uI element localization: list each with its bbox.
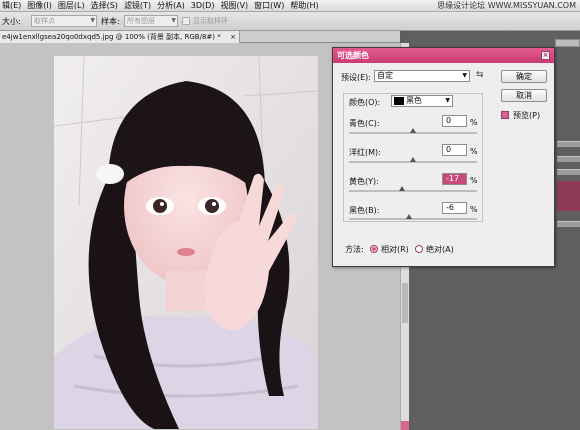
menu-edit[interactable]: 辑(E) [0,0,25,12]
portrait-photo [54,56,318,429]
yellow-label: 黄色(Y): [349,177,379,186]
cancel-button[interactable]: 取消 [501,89,547,102]
preset-value: 自定 [377,71,393,80]
ok-button[interactable]: 确定 [501,70,547,83]
cyan-slider-thumb[interactable] [410,128,416,133]
panel-bar [557,221,580,227]
color-swatch-strip [557,181,580,211]
options-bar: 大小: 取样点 ▼ 样本: 所有图层 ▼ 显示取样环 [0,12,580,31]
sample-size-value: 取样点 [34,17,55,25]
scroll-down-arrow-icon[interactable] [401,421,409,430]
black-label: 黑色(B): [349,206,380,215]
sample-size-select[interactable]: 取样点 ▼ [31,15,97,27]
show-ring-label: 显示取样环 [193,17,228,25]
menu-select[interactable]: 选择(S) [89,0,122,12]
chevron-down-icon: ▼ [171,17,176,24]
menu-bar: 辑(E) 图像(I) 图层(L) 选择(S) 滤镜(T) 分析(A) 3D(D)… [0,0,580,12]
document-tab-strip: e4jw1enxllgsea20qo0dxqd5.jpg @ 100% (背景 … [0,31,400,43]
sample-label: 样本: [101,17,120,26]
color-swatch [394,97,404,105]
method-relative-radio[interactable] [370,245,378,253]
black-slider[interactable] [349,214,477,220]
yellow-input[interactable]: -17 [442,173,467,185]
black-unit: % [470,205,478,214]
method-absolute-radio[interactable] [415,245,423,253]
dialog-title-bar[interactable]: 可选颜色 × [333,48,554,63]
chevron-down-icon: ▼ [445,97,450,104]
sample-size-label: 大小: [2,17,21,26]
menu-window[interactable]: 窗口(W) [252,0,288,12]
cyan-slider[interactable] [349,128,477,134]
yellow-slider[interactable] [349,186,477,192]
colors-label: 颜色(O): [347,97,383,108]
magenta-label: 洋红(M): [349,148,381,157]
yellow-slider-thumb[interactable] [399,186,406,191]
dialog-title: 可选颜色 [337,51,369,60]
yellow-unit: % [470,176,478,185]
preview-label: 预览(P) [513,111,541,120]
document-title: e4jw1enxllgsea20qo0dxqd5.jpg @ 100% (背景 … [2,33,221,41]
menu-view[interactable]: 视图(V) [218,0,252,12]
method-label: 方法: [345,245,364,254]
menu-layer[interactable]: 图层(L) [56,0,89,12]
menu-3d[interactable]: 3D(D) [189,0,219,12]
show-ring-checkbox[interactable] [182,17,190,25]
selective-color-dialog: 可选颜色 × 预设(E): 自定 ▼ ⇆ 确定 取消 预览(P) 颜色(O): … [332,47,555,267]
black-slider-thumb[interactable] [406,214,413,219]
sample-select[interactable]: 所有图层 ▼ [124,15,178,27]
photo-canvas[interactable] [54,56,318,429]
menu-filter[interactable]: 滤镜(T) [122,0,155,12]
preset-label: 预设(E): [341,73,371,82]
scrollbar-thumb[interactable] [402,283,408,323]
document-tab[interactable]: e4jw1enxllgsea20qo0dxqd5.jpg @ 100% (背景 … [0,31,240,43]
method-absolute-label: 绝对(A) [426,245,454,254]
cyan-label: 青色(C): [349,119,380,128]
chevron-down-icon: ▼ [90,17,95,24]
cyan-input[interactable]: 0 [442,115,467,127]
panel-bar [557,156,580,162]
cyan-unit: % [470,118,478,127]
preview-checkbox[interactable] [501,111,509,119]
menu-analysis[interactable]: 分析(A) [155,0,189,12]
close-icon[interactable]: × [230,31,236,43]
sample-value: 所有图层 [127,17,155,25]
chevron-down-icon: ▼ [462,72,467,79]
magenta-slider[interactable] [349,157,477,163]
magenta-input[interactable]: 0 [442,144,467,156]
menu-help[interactable]: 帮助(H) [288,0,322,12]
magenta-unit: % [470,147,478,156]
menu-image[interactable]: 图像(I) [25,0,56,12]
preset-options-icon[interactable]: ⇆ [476,70,484,80]
preset-select[interactable]: 自定 ▼ [374,70,470,82]
close-icon[interactable]: × [541,51,550,60]
panel-bar [557,169,580,175]
panel-tab[interactable] [555,39,580,47]
panel-bar [557,141,580,147]
site-watermark: 思缘设计论坛 WWW.MISSYUAN.COM [437,1,576,10]
magenta-slider-thumb[interactable] [410,157,416,162]
colors-value: 黑色 [406,96,422,105]
colors-select[interactable]: 黑色 ▼ [391,95,453,107]
black-input[interactable]: -6 [442,202,467,214]
method-relative-label: 相对(R) [381,245,409,254]
